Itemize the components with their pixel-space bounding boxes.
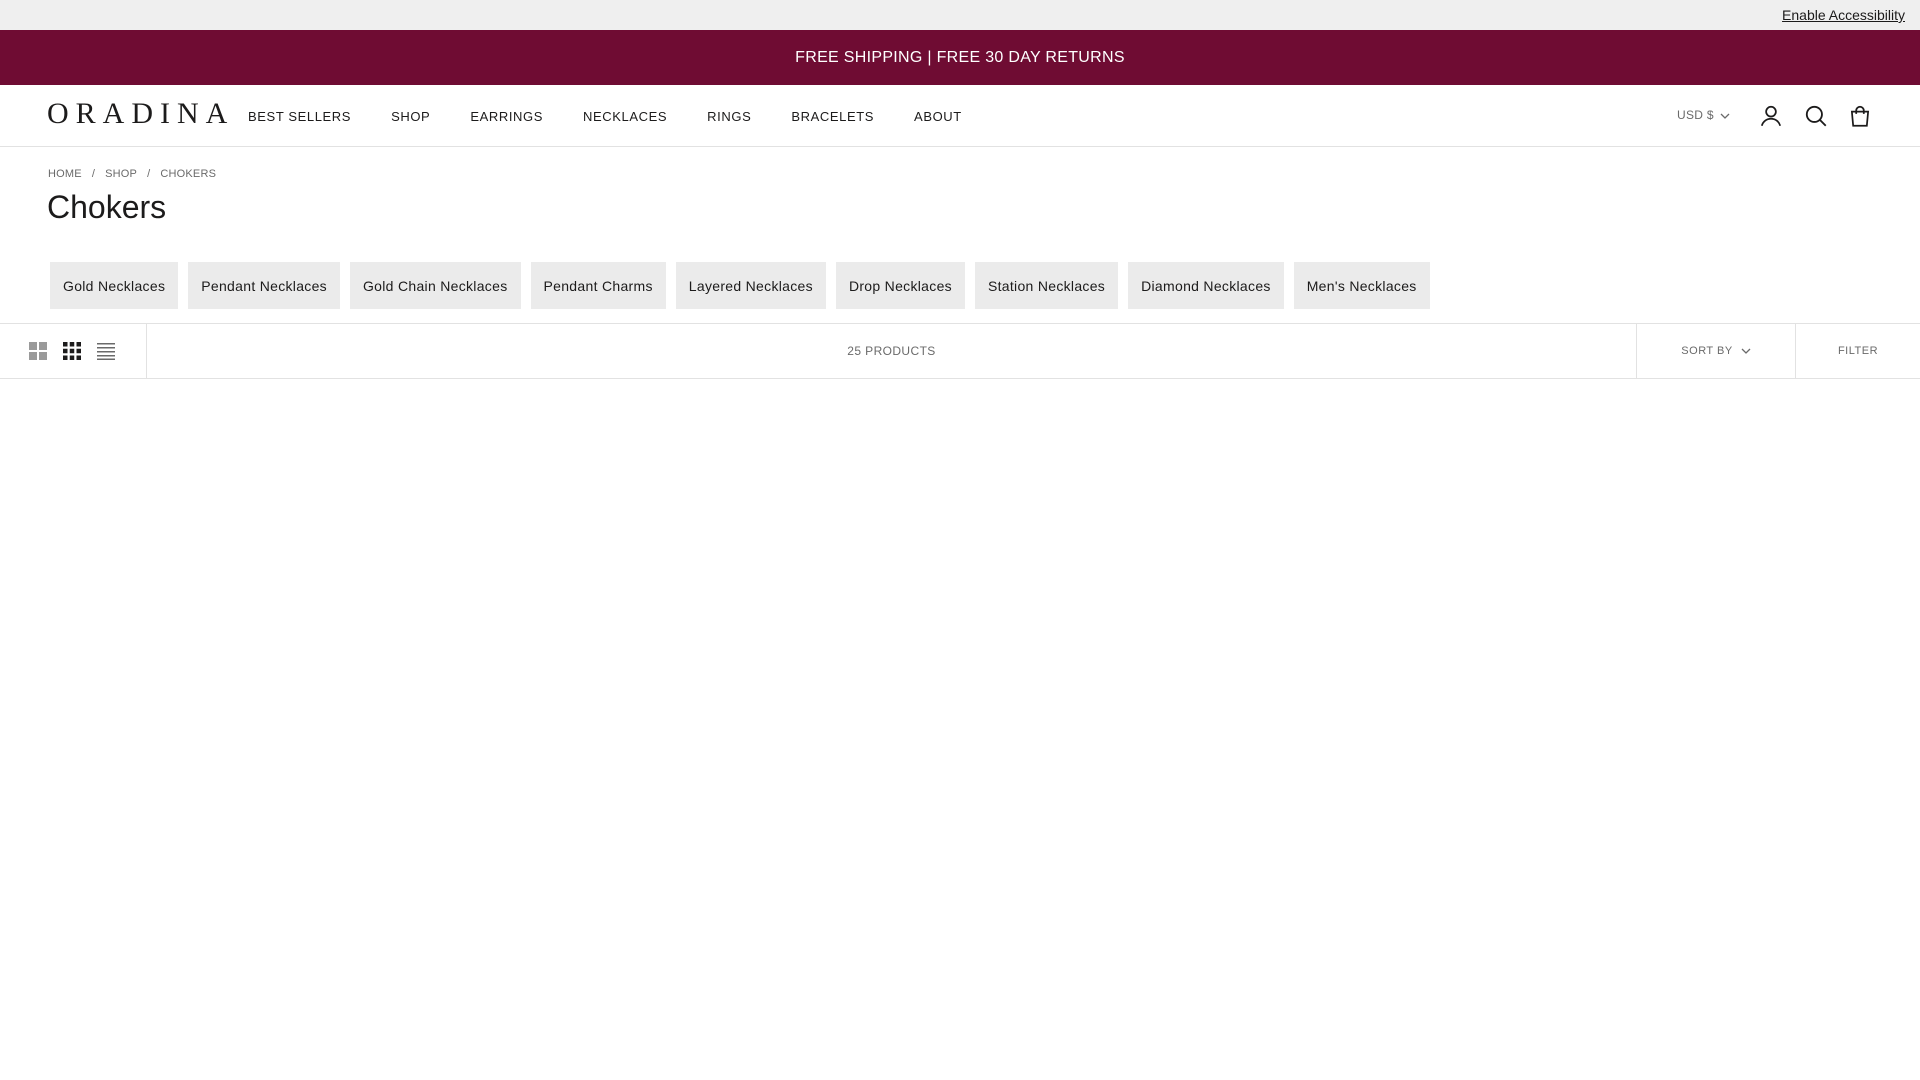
chip-mens-necklaces[interactable]: Men's Necklaces <box>1293 262 1430 309</box>
layout-switcher <box>0 324 147 378</box>
site-header: ORADINA BEST SELLERS SHOP EARRINGS NECKL… <box>0 85 1920 147</box>
chip-gold-necklaces[interactable]: Gold Necklaces <box>50 262 179 309</box>
chip-gold-chain-necklaces[interactable]: Gold Chain Necklaces <box>349 262 521 309</box>
nav-item-best-sellers[interactable]: BEST SELLERS <box>248 109 351 124</box>
breadcrumb-current: CHOKERS <box>160 168 217 180</box>
nav-item-earrings[interactable]: EARRINGS <box>470 109 543 124</box>
currency-selector[interactable]: USD $ <box>1677 108 1730 122</box>
list-icon[interactable] <box>97 342 115 360</box>
nav-item-shop[interactable]: SHOP <box>391 109 430 124</box>
currency-label: USD $ <box>1677 108 1714 122</box>
chevron-down-icon <box>1720 108 1730 122</box>
chip-station-necklaces[interactable]: Station Necklaces <box>974 262 1119 309</box>
promo-bar: FREE SHIPPING | FREE 30 DAY RETURNS <box>0 30 1920 85</box>
brand-logo[interactable]: ORADINA <box>47 97 234 131</box>
nav-item-necklaces[interactable]: NECKLACES <box>583 109 667 124</box>
main-nav: BEST SELLERS SHOP EARRINGS NECKLACES RIN… <box>248 85 1002 147</box>
collection-toolbar: 25 PRODUCTS SORT BY FILTER <box>0 323 1920 379</box>
breadcrumb: HOME / SHOP / CHOKERS <box>48 168 216 180</box>
account-icon[interactable] <box>1758 103 1784 129</box>
chip-pendant-charms[interactable]: Pendant Charms <box>530 262 666 309</box>
cart-icon[interactable] <box>1847 103 1873 129</box>
chip-layered-necklaces[interactable]: Layered Necklaces <box>675 262 826 309</box>
filter-button[interactable]: FILTER <box>1795 324 1920 378</box>
breadcrumb-separator: / <box>91 168 96 180</box>
nav-item-rings[interactable]: RINGS <box>707 109 751 124</box>
nav-item-bracelets[interactable]: BRACELETS <box>791 109 874 124</box>
breadcrumb-home[interactable]: HOME <box>48 168 82 180</box>
breadcrumb-separator: / <box>147 168 151 180</box>
sort-by-button[interactable]: SORT BY <box>1636 324 1795 378</box>
chip-diamond-necklaces[interactable]: Diamond Necklaces <box>1128 262 1284 309</box>
search-icon[interactable] <box>1803 103 1829 129</box>
chevron-down-icon <box>1741 345 1751 357</box>
nav-item-about[interactable]: ABOUT <box>914 109 962 124</box>
category-chips: Gold Necklaces Pendant Necklaces Gold Ch… <box>50 262 1430 309</box>
chip-drop-necklaces[interactable]: Drop Necklaces <box>835 262 965 309</box>
accessibility-bar: Enable Accessibility <box>0 0 1920 30</box>
page-title: Chokers <box>47 189 167 225</box>
grid-2-icon[interactable] <box>29 342 47 360</box>
product-count: 25 PRODUCTS <box>847 344 936 358</box>
enable-accessibility-link[interactable]: Enable Accessibility <box>1782 7 1905 23</box>
filter-label: FILTER <box>1837 345 1879 357</box>
breadcrumb-shop[interactable]: SHOP <box>105 168 137 180</box>
promo-text: FREE SHIPPING | FREE 30 DAY RETURNS <box>795 48 1125 66</box>
sort-by-label: SORT BY <box>1681 345 1733 357</box>
chip-pendant-necklaces[interactable]: Pendant Necklaces <box>188 262 340 309</box>
grid-3-icon[interactable] <box>63 342 81 360</box>
